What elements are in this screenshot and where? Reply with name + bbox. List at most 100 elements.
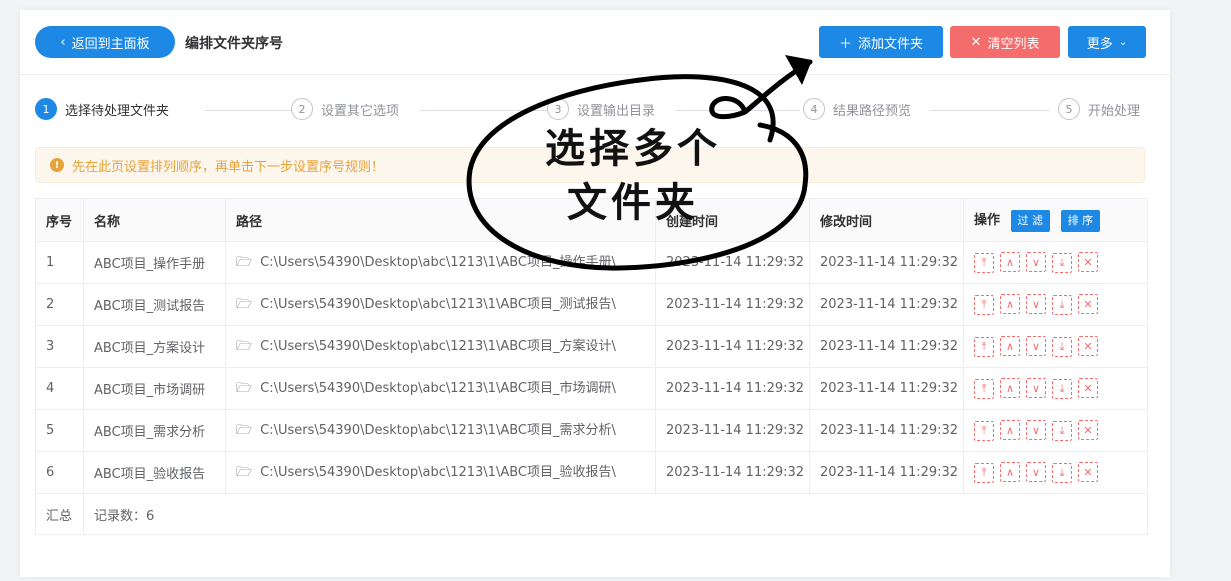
move-bottom-icon[interactable]: ⤓ xyxy=(1052,252,1072,273)
move-top-icon[interactable]: ⤒ xyxy=(974,420,994,441)
step-4[interactable]: 4 结果路径预览 xyxy=(803,98,911,120)
step-connector xyxy=(205,110,300,111)
delete-icon[interactable]: ✕ xyxy=(1078,336,1098,357)
back-button-label: 返回到主面板 xyxy=(71,36,150,52)
move-up-icon[interactable]: ∧ xyxy=(1000,420,1020,441)
cell-actions: ⤒ ∧ ∨ ⤓ ✕ xyxy=(963,241,1148,284)
main-panel: ‹ 返回到主面板 编排文件夹序号 ＋ 添加文件夹 ✕ 清空列表 更多 ⌄ 1 选… xyxy=(20,10,1170,577)
chevron-left-icon: ‹ xyxy=(60,34,66,50)
move-top-icon[interactable]: ⤒ xyxy=(974,294,994,315)
move-up-icon[interactable]: ∧ xyxy=(1000,336,1020,357)
summary-row: 汇总 记录数：6 xyxy=(35,493,1148,535)
cell-index: 6 xyxy=(35,451,84,494)
delete-icon[interactable]: ✕ xyxy=(1078,378,1098,399)
delete-icon[interactable]: ✕ xyxy=(1078,252,1098,273)
header-modified: 修改时间 xyxy=(809,198,964,242)
page-title: 编排文件夹序号 xyxy=(185,36,283,52)
cell-name: ABC项目_操作手册 xyxy=(83,241,226,284)
cell-modified: 2023-11-14 11:29:32 xyxy=(809,451,964,494)
move-bottom-icon[interactable]: ⤓ xyxy=(1052,294,1072,315)
warning-icon: ! xyxy=(50,158,64,172)
cell-path: 🗁 C:\Users\54390\Desktop\abc\1213\1\ABC项目… xyxy=(225,283,656,326)
table-row[interactable]: 3 ABC项目_方案设计 🗁 C:\Users\54390\Desktop\abc\1… xyxy=(35,325,1148,368)
move-down-icon[interactable]: ∨ xyxy=(1026,378,1046,399)
cell-path: 🗁 C:\Users\54390\Desktop\abc\1213\1\ABC项目… xyxy=(225,367,656,410)
step-2[interactable]: 2 设置其它选项 xyxy=(291,98,399,120)
move-top-icon[interactable]: ⤒ xyxy=(974,252,994,273)
cell-name: ABC项目_市场调研 xyxy=(83,367,226,410)
plus-icon: ＋ xyxy=(838,36,852,52)
table-row[interactable]: 6 ABC项目_验收报告 🗁 C:\Users\54390\Desktop\abc\1… xyxy=(35,451,1148,494)
delete-icon[interactable]: ✕ xyxy=(1078,420,1098,441)
cell-path: 🗁 C:\Users\54390\Desktop\abc\1213\1\ABC项目… xyxy=(225,451,656,494)
folder-open-icon: 🗁 xyxy=(236,338,253,354)
clear-list-label: 清空列表 xyxy=(987,36,1040,52)
table-row[interactable]: 2 ABC项目_测试报告 🗁 C:\Users\54390\Desktop\abc\1… xyxy=(35,283,1148,326)
move-bottom-icon[interactable]: ⤓ xyxy=(1052,420,1072,441)
step-label: 结果路径预览 xyxy=(833,103,912,119)
cell-created: 2023-11-14 11:29:32 xyxy=(655,367,810,410)
cell-actions: ⤒ ∧ ∨ ⤓ ✕ xyxy=(963,283,1148,326)
step-label: 设置输出目录 xyxy=(577,103,656,119)
move-bottom-icon[interactable]: ⤓ xyxy=(1052,462,1072,483)
table-row[interactable]: 4 ABC项目_市场调研 🗁 C:\Users\54390\Desktop\abc\1… xyxy=(35,367,1148,410)
cell-path: 🗁 C:\Users\54390\Desktop\abc\1213\1\ABC项目… xyxy=(225,409,656,452)
path-text: C:\Users\54390\Desktop\abc\1213\1\ABC项目_… xyxy=(260,380,616,396)
move-bottom-icon[interactable]: ⤓ xyxy=(1052,336,1072,357)
more-button[interactable]: 更多 ⌄ xyxy=(1068,26,1146,58)
move-up-icon[interactable]: ∧ xyxy=(1000,462,1020,483)
cell-index: 2 xyxy=(35,283,84,326)
cell-created: 2023-11-14 11:29:32 xyxy=(655,283,810,326)
cell-name: ABC项目_验收报告 xyxy=(83,451,226,494)
step-number: 4 xyxy=(803,98,825,120)
step-3[interactable]: 3 设置输出目录 xyxy=(547,98,655,120)
move-up-icon[interactable]: ∧ xyxy=(1000,294,1020,315)
move-down-icon[interactable]: ∨ xyxy=(1026,462,1046,483)
sort-button[interactable]: 排 序 xyxy=(1060,209,1101,232)
cell-modified: 2023-11-14 11:29:32 xyxy=(809,241,964,284)
add-folder-button[interactable]: ＋ 添加文件夹 xyxy=(819,26,943,58)
summary-label: 汇总 xyxy=(35,493,84,535)
move-down-icon[interactable]: ∨ xyxy=(1026,252,1046,273)
cell-modified: 2023-11-14 11:29:32 xyxy=(809,409,964,452)
move-up-icon[interactable]: ∧ xyxy=(1000,252,1020,273)
folder-open-icon: 🗁 xyxy=(236,422,253,438)
cell-name: ABC项目_方案设计 xyxy=(83,325,226,368)
folder-table: 序号 名称 路径 创建时间 修改时间 操作 过 滤 排 序 1 ABC项目_操作手… xyxy=(35,198,1148,535)
move-top-icon[interactable]: ⤒ xyxy=(974,336,994,357)
move-down-icon[interactable]: ∨ xyxy=(1026,420,1046,441)
filter-button[interactable]: 过 滤 xyxy=(1010,209,1051,232)
step-1[interactable]: 1 选择待处理文件夹 xyxy=(35,98,169,120)
cell-created: 2023-11-14 11:29:32 xyxy=(655,409,810,452)
move-top-icon[interactable]: ⤒ xyxy=(974,462,994,483)
cell-actions: ⤒ ∧ ∨ ⤓ ✕ xyxy=(963,409,1148,452)
delete-icon[interactable]: ✕ xyxy=(1078,294,1098,315)
step-5[interactable]: 5 开始处理 xyxy=(1058,98,1140,120)
back-to-main-button[interactable]: ‹ 返回到主面板 xyxy=(35,26,175,58)
cell-modified: 2023-11-14 11:29:32 xyxy=(809,367,964,410)
move-down-icon[interactable]: ∨ xyxy=(1026,294,1046,315)
move-top-icon[interactable]: ⤒ xyxy=(974,378,994,399)
move-down-icon[interactable]: ∨ xyxy=(1026,336,1046,357)
step-label: 开始处理 xyxy=(1088,103,1141,119)
cell-created: 2023-11-14 11:29:32 xyxy=(655,241,810,284)
cell-path: 🗁 C:\Users\54390\Desktop\abc\1213\1\ABC项目… xyxy=(225,325,656,368)
table-row[interactable]: 1 ABC项目_操作手册 🗁 C:\Users\54390\Desktop\abc\1… xyxy=(35,241,1148,284)
close-icon: ✕ xyxy=(970,34,982,50)
clear-list-button[interactable]: ✕ 清空列表 xyxy=(950,26,1060,58)
move-up-icon[interactable]: ∧ xyxy=(1000,378,1020,399)
table-row[interactable]: 5 ABC项目_需求分析 🗁 C:\Users\54390\Desktop\abc\1… xyxy=(35,409,1148,452)
table-header-row: 序号 名称 路径 创建时间 修改时间 操作 过 滤 排 序 xyxy=(35,198,1148,242)
step-label: 选择待处理文件夹 xyxy=(65,103,170,119)
delete-icon[interactable]: ✕ xyxy=(1078,462,1098,483)
step-number: 2 xyxy=(291,98,313,120)
step-connector xyxy=(420,110,550,111)
move-bottom-icon[interactable]: ⤓ xyxy=(1052,378,1072,399)
cell-index: 1 xyxy=(35,241,84,284)
cell-index: 4 xyxy=(35,367,84,410)
cell-actions: ⤒ ∧ ∨ ⤓ ✕ xyxy=(963,367,1148,410)
step-number: 5 xyxy=(1058,98,1080,120)
cell-name: ABC项目_需求分析 xyxy=(83,409,226,452)
cell-modified: 2023-11-14 11:29:32 xyxy=(809,283,964,326)
cell-created: 2023-11-14 11:29:32 xyxy=(655,451,810,494)
